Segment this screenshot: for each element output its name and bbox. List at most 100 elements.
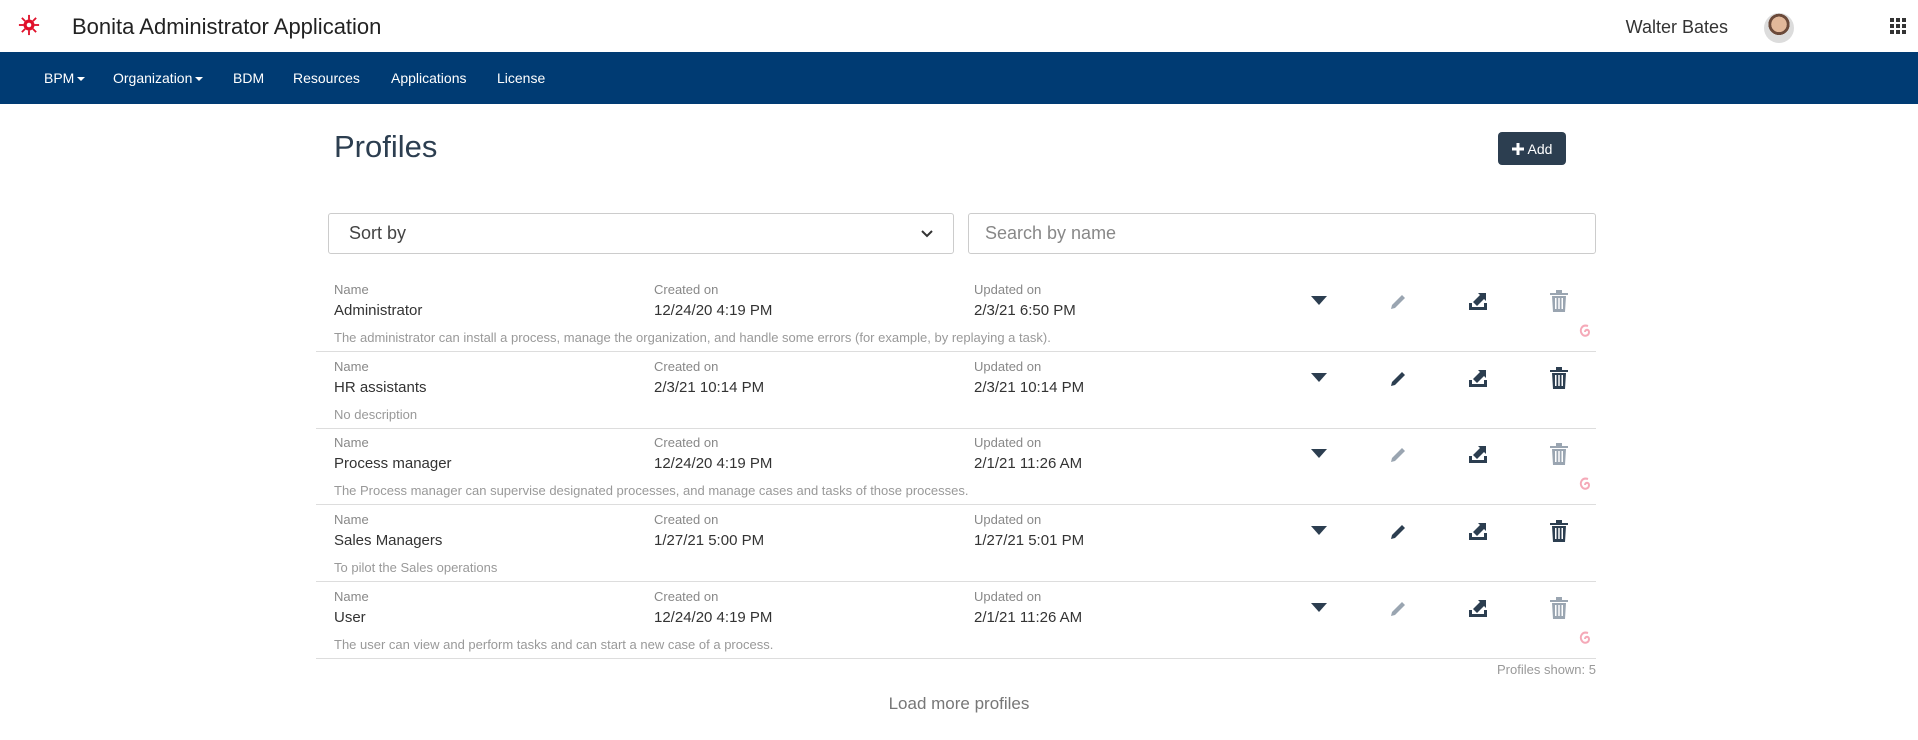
expand-button[interactable] [1306,595,1332,621]
export-button[interactable] [1465,518,1491,544]
created-date: 12/24/20 4:19 PM [654,609,773,626]
created-label: Created on [654,435,719,450]
pencil-icon [1391,525,1405,539]
nav-item-label: License [497,70,546,86]
expand-button[interactable] [1306,365,1332,391]
updated-label: Updated on [974,512,1042,527]
nav-item-license[interactable]: License [497,52,545,104]
nav-item-label: Resources [293,70,360,86]
export-icon [1469,523,1487,540]
expand-button[interactable] [1306,288,1332,314]
pencil-icon [1391,372,1405,386]
export-button[interactable] [1465,365,1491,391]
app-grid-icon[interactable] [1890,18,1906,34]
name-label: Name [334,589,369,604]
delete-button[interactable] [1546,518,1572,544]
expand-button[interactable] [1306,518,1332,544]
created-label: Created on [654,589,719,604]
profile-description: The Process manager can supervise design… [334,483,969,498]
updated-date: 2/1/21 11:26 AM [974,455,1083,472]
created-label: Created on [654,282,719,297]
export-icon [1469,293,1487,310]
app-title: Bonita Administrator Application [72,14,382,39]
delete-button[interactable] [1546,288,1572,314]
name-label: Name [334,512,369,527]
sort-select-value: Sort by [349,223,407,243]
caret-down-icon [1311,603,1327,612]
provided-profile-icon [1579,477,1591,490]
caret-down-icon [1311,526,1327,535]
avatar[interactable] [1764,13,1794,43]
created-date: 1/27/21 5:00 PM [654,532,765,549]
nav-item-bpm[interactable]: BPM [44,52,86,104]
nav-item-bdm[interactable]: BDM [233,52,264,104]
export-icon [1469,600,1487,617]
profile-row: Name Administrator Created on 12/24/20 4… [316,274,1596,352]
chevron-down-icon [921,229,933,237]
edit-button[interactable] [1386,441,1412,467]
provided-profile-icon [1579,324,1591,337]
profile-name: Administrator [334,302,423,319]
profile-description: The administrator can install a process,… [334,330,1051,345]
provided-profile-icon [1579,631,1591,644]
add-profile-button[interactable]: Add [1498,132,1566,165]
updated-date: 2/3/21 10:14 PM [974,379,1085,396]
trash-icon [1550,367,1568,389]
created-date: 2/3/21 10:14 PM [654,379,765,396]
profile-description: The user can view and perform tasks and … [334,637,774,652]
profile-row: Name HR assistants Created on 2/3/21 10:… [316,351,1596,429]
trash-icon [1550,520,1568,542]
name-label: Name [334,282,369,297]
export-button[interactable] [1465,441,1491,467]
nav-item-resources[interactable]: Resources [293,52,360,104]
profile-description: To pilot the Sales operations [334,560,498,575]
edit-button[interactable] [1386,365,1412,391]
nav-item-label: Organization [113,70,193,86]
bonita-logo-icon[interactable] [18,14,40,36]
export-icon [1469,446,1487,463]
search-input[interactable] [968,213,1596,254]
edit-button[interactable] [1386,518,1412,544]
user-name[interactable]: Walter Bates [1626,17,1728,38]
profile-row: Name User Created on 12/24/20 4:19 PM Up… [316,581,1596,659]
edit-button[interactable] [1386,595,1412,621]
updated-label: Updated on [974,589,1042,604]
pencil-icon [1391,448,1405,462]
caret-down-icon [195,77,204,82]
profile-name: User [334,609,366,626]
caret-down-icon [1311,373,1327,382]
main-navbar: BPM Organization BDM Resources Applicati… [0,52,1918,104]
expand-button[interactable] [1306,441,1332,467]
trash-icon [1550,597,1568,619]
load-more-label: Load more profiles [888,694,1030,713]
profile-name: Process manager [334,455,452,472]
created-date: 12/24/20 4:19 PM [654,455,773,472]
edit-button[interactable] [1386,288,1412,314]
caret-down-icon [1311,449,1327,458]
updated-label: Updated on [974,359,1042,374]
load-more-button[interactable]: Load more profiles [0,694,1918,714]
nav-item-applications[interactable]: Applications [391,52,467,104]
created-label: Created on [654,512,719,527]
pencil-icon [1391,602,1405,616]
delete-button[interactable] [1546,441,1572,467]
updated-label: Updated on [974,435,1042,450]
page-title: Profiles [334,129,438,164]
name-label: Name [334,359,369,374]
export-button[interactable] [1465,595,1491,621]
pencil-icon [1391,295,1405,309]
profile-description: No description [334,407,418,422]
nav-item-label: BDM [233,70,265,86]
export-button[interactable] [1465,288,1491,314]
trash-icon [1550,290,1568,312]
profile-row: Name Sales Managers Created on 1/27/21 5… [316,504,1596,582]
nav-item-organization[interactable]: Organization [113,52,204,104]
profile-name: Sales Managers [334,532,443,549]
created-label: Created on [654,359,719,374]
delete-button[interactable] [1546,365,1572,391]
profiles-shown-count: Profiles shown: 5 [1497,662,1596,677]
delete-button[interactable] [1546,595,1572,621]
caret-down-icon [77,77,86,82]
nav-item-label: BPM [44,70,75,86]
sort-select[interactable]: Sort by [328,213,954,254]
